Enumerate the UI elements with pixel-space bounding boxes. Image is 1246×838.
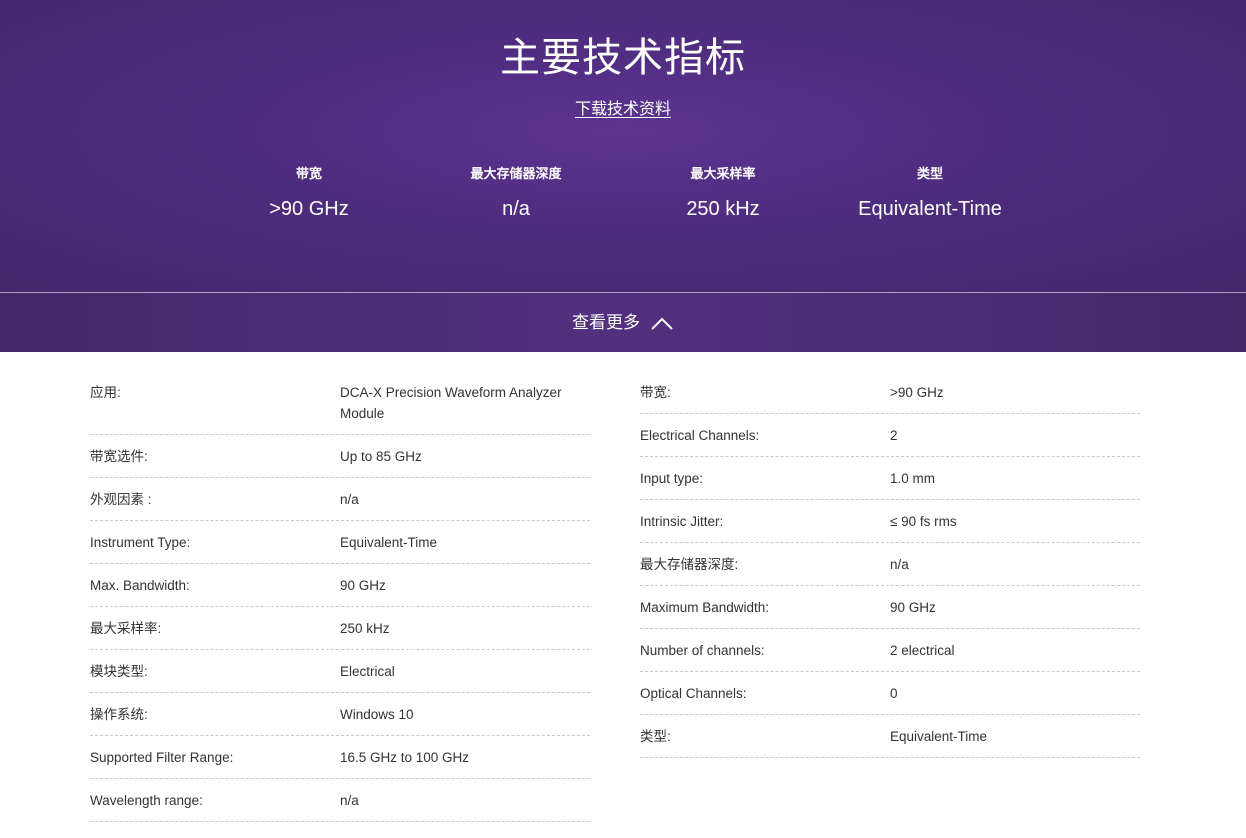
spec-row: Supported Filter Range: 16.5 GHz to 100 G…	[90, 736, 590, 779]
spec-row: 带宽: >90 GHz	[640, 371, 1140, 414]
metric-label: 带宽	[295, 166, 322, 181]
spec-value: ≤ 90 fs rms	[890, 514, 957, 529]
spec-key: 最大采样率:	[90, 621, 162, 636]
page-title: 主要技术指标	[500, 36, 746, 80]
spec-key: Optical Channels:	[640, 686, 747, 701]
metric-label: 类型	[916, 166, 943, 181]
spec-value: 2	[890, 428, 898, 443]
spec-row: Instrument Type: Equivalent-Time	[90, 521, 590, 564]
spec-value: Up to 85 GHz	[340, 449, 422, 464]
spec-key: Supported Filter Range:	[90, 750, 234, 765]
spec-value: Equivalent-Time	[340, 535, 438, 550]
spec-row: 类型: Equivalent-Time	[640, 715, 1140, 758]
spec-value: n/a	[340, 793, 359, 808]
spec-key: 外观因素 :	[90, 492, 152, 507]
spec-key: Input type:	[640, 471, 704, 486]
metric-value: 250 kHz	[686, 198, 760, 220]
spec-row: 带宽选件: Up to 85 GHz	[90, 435, 590, 478]
spec-value: 0	[890, 686, 898, 701]
spec-row: Electrical Channels: 2	[640, 414, 1140, 457]
view-more-label: 查看更多	[572, 312, 640, 332]
spec-row: 最大采样率: 250 kHz	[90, 607, 590, 650]
spec-key: 应用:	[90, 385, 121, 400]
metric-type: 类型 Equivalent-Time	[830, 165, 1030, 222]
spec-row: Intrinsic Jitter: ≤ 90 fs rms	[640, 500, 1140, 543]
spec-key: Maximum Bandwidth:	[640, 600, 770, 615]
metric-value: Equivalent-Time	[858, 198, 1002, 220]
metric-label: 最大采样率	[690, 166, 756, 181]
spec-value: 1.0 mm	[890, 471, 936, 486]
spec-value: DCA-X Precision Waveform Analyzer Module	[340, 385, 562, 421]
key-specs-hero: 主要技术指标 下载技术资料 带宽 >90 GHz 最大存储器深度 n/a 最大采…	[0, 0, 1246, 292]
spec-key: 带宽选件:	[90, 449, 148, 464]
spec-value: 90 GHz	[890, 600, 936, 615]
metric-label: 最大存储器深度	[470, 166, 562, 181]
spec-key: Instrument Type:	[90, 535, 191, 550]
spec-row: 应用: DCA-X Precision Waveform Analyzer Mod…	[90, 371, 590, 435]
spec-value: n/a	[890, 557, 909, 572]
spec-key: Wavelength range:	[90, 793, 203, 808]
spec-list-left: 应用: DCA-X Precision Waveform Analyzer Mod…	[90, 371, 590, 822]
spec-row: 操作系统: Windows 10	[90, 693, 590, 736]
metric-sample-rate: 最大采样率 250 kHz	[623, 165, 823, 222]
spec-key: Max. Bandwidth:	[90, 578, 190, 593]
view-more-toggle[interactable]: 查看更多	[0, 292, 1246, 352]
spec-key: 带宽:	[640, 385, 671, 400]
spec-value: n/a	[340, 492, 359, 507]
spec-list-right: 带宽: >90 GHz Electrical Channels: 2 Input t…	[640, 371, 1140, 758]
spec-key: 操作系统:	[90, 707, 148, 722]
spec-row: Maximum Bandwidth: 90 GHz	[640, 586, 1140, 629]
spec-row: Input type: 1.0 mm	[640, 457, 1140, 500]
spec-key: 类型:	[640, 729, 671, 744]
spec-value: >90 GHz	[890, 385, 944, 400]
spec-key: Intrinsic Jitter:	[640, 514, 724, 529]
spec-value: 16.5 GHz to 100 GHz	[340, 750, 470, 765]
download-link-wrap: 下载技术资料	[0, 99, 1246, 121]
download-datasheet-link[interactable]: 下载技术资料	[575, 101, 671, 118]
spec-row: Wavelength range: n/a	[90, 779, 590, 822]
spec-row: Number of channels: 2 electrical	[640, 629, 1140, 672]
spec-row: 最大存储器深度: n/a	[640, 543, 1140, 586]
spec-value: 2 electrical	[890, 643, 955, 658]
spec-value: Electrical	[340, 664, 395, 679]
spec-row: 模块类型: Electrical	[90, 650, 590, 693]
spec-value: Windows 10	[340, 707, 414, 722]
metric-bandwidth: 带宽 >90 GHz	[209, 165, 409, 222]
spec-value: 90 GHz	[340, 578, 386, 593]
chevron-up-icon	[650, 315, 674, 331]
spec-key: Number of channels:	[640, 643, 765, 658]
spec-row: Max. Bandwidth: 90 GHz	[90, 564, 590, 607]
metric-value: n/a	[502, 198, 530, 220]
spec-value: Equivalent-Time	[890, 729, 988, 744]
metric-value: >90 GHz	[269, 198, 349, 220]
metric-memory-depth: 最大存储器深度 n/a	[416, 165, 616, 222]
spec-value: 250 kHz	[340, 621, 390, 636]
spec-key: 最大存储器深度:	[640, 557, 739, 572]
spec-row: 外观因素 : n/a	[90, 478, 590, 521]
spec-row: Optical Channels: 0	[640, 672, 1140, 715]
spec-key: Electrical Channels:	[640, 428, 760, 443]
spec-key: 模块类型:	[90, 664, 148, 679]
